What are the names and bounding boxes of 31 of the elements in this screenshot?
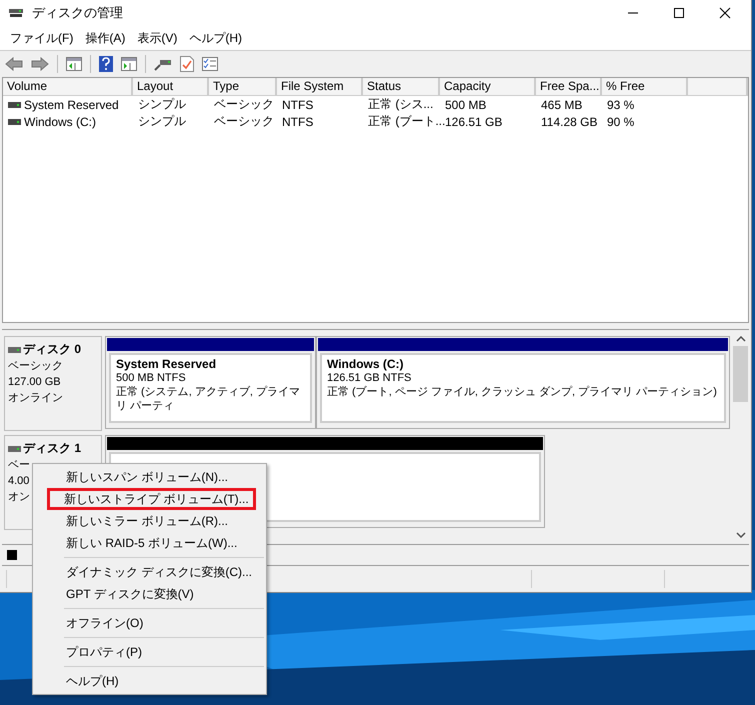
disk-detail: オンライン bbox=[8, 391, 63, 406]
window-title: ディスクの管理 bbox=[32, 4, 123, 22]
partition-size: 500 MB NTFS bbox=[116, 371, 187, 385]
table-cell: 126.51 GB bbox=[445, 114, 502, 128]
table-cell: System Reserved bbox=[24, 98, 119, 112]
table-cell: 465 MB bbox=[541, 98, 582, 112]
table-cell: Windows (C:) bbox=[24, 114, 96, 128]
disk-detail: ベー bbox=[8, 458, 30, 473]
table-cell: シンプル bbox=[138, 96, 186, 113]
partition-title: Windows (C:) bbox=[327, 357, 405, 371]
table-cell: 正常 (ブート... bbox=[368, 113, 446, 130]
disk-name: ディスク 1 bbox=[23, 440, 82, 457]
table-cell: 正常 (シス... bbox=[368, 96, 434, 113]
table-cell: ベーシック bbox=[214, 113, 274, 130]
disk-detail: オン bbox=[8, 490, 30, 505]
table-cell: 500 MB bbox=[445, 98, 486, 112]
disk-detail: 4.00 bbox=[8, 474, 30, 489]
table-cell: シンプル bbox=[138, 113, 186, 130]
table-cell: 114.28 GB bbox=[541, 114, 598, 128]
partition-size: 126.51 GB NTFS bbox=[327, 371, 412, 385]
table-cell: 90 % bbox=[607, 114, 634, 128]
disk-name: ディスク 0 bbox=[23, 341, 82, 358]
partition-title: System Reserved bbox=[116, 357, 218, 371]
partition-status: 正常 (システム, アクティブ, プライマリ パーティ bbox=[116, 385, 301, 413]
table-cell: ベーシック bbox=[214, 96, 274, 113]
table-cell: 93 % bbox=[607, 98, 634, 112]
disk-detail: 127.00 GB bbox=[8, 375, 61, 390]
table-cell: NTFS bbox=[282, 114, 314, 128]
table-cell: NTFS bbox=[282, 98, 314, 112]
disk-detail: ベーシック bbox=[8, 359, 63, 374]
partition-status: 正常 (ブート, ページ ファイル, クラッシュ ダンプ, プライマリ パーティション) bbox=[327, 385, 718, 399]
